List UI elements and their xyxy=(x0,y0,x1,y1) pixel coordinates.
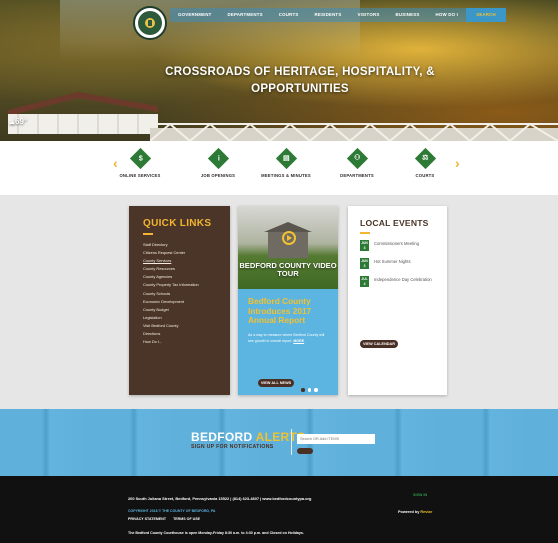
main-nav: GOVERNMENT DEPARTMENTS COURTS RESIDENTS … xyxy=(170,8,506,22)
powered-by-brand[interactable]: Revize xyxy=(420,510,432,514)
event-name: Commissioners Meeting xyxy=(374,241,419,246)
nav-search[interactable]: SEARCH xyxy=(466,8,506,22)
title-divider xyxy=(360,232,370,234)
quick-link-county-resources[interactable]: County Resources xyxy=(143,265,230,273)
hero-title: CROSSROADS OF HERITAGE, HOSPITALITY, & O… xyxy=(165,66,435,95)
video-title: BEDFORD COUNTY VIDEO TOUR xyxy=(239,261,337,278)
video-thumbnail[interactable]: BEDFORD COUNTY VIDEO TOUR xyxy=(238,206,338,289)
covered-bridge-image xyxy=(8,92,158,134)
quick-links-title: QUICK LINKS xyxy=(143,218,212,229)
weather-temperature: ☁69° xyxy=(9,117,27,126)
news-summary: As a way to measure where Bedford County… xyxy=(248,332,328,344)
play-icon[interactable] xyxy=(282,231,296,245)
alerts-title: BEDFORD ALERTS xyxy=(191,430,305,444)
privacy-statement-link[interactable]: PRIVACY STATEMENT xyxy=(128,517,166,521)
nav-government[interactable]: GOVERNMENT xyxy=(170,8,220,22)
event-day: 3 xyxy=(363,245,366,250)
shortcut-label: MEETINGS & MINUTES xyxy=(261,173,311,178)
hero-banner: GOVERNMENT DEPARTMENTS COURTS RESIDENTS … xyxy=(0,0,558,141)
news-more-link[interactable]: MORE xyxy=(293,339,304,343)
nav-business[interactable]: BUSINESS xyxy=(387,8,428,22)
quick-link-directions[interactable]: Directions xyxy=(143,330,230,338)
bridge-truss-image xyxy=(150,122,558,141)
slider-dot-2[interactable] xyxy=(307,388,311,392)
nav-departments[interactable]: DEPARTMENTS xyxy=(219,8,271,22)
shortcut-meetings-minutes[interactable]: ▤ MEETINGS & MINUTES xyxy=(246,147,326,178)
view-all-news-button[interactable]: VIEW ALL NEWS xyxy=(258,379,294,387)
event-date-badge: JUL 4 xyxy=(360,276,369,287)
carousel-next-arrow-icon[interactable]: › xyxy=(455,155,460,171)
shortcut-online-services[interactable]: $ ONLINE SERVICES xyxy=(100,147,180,178)
county-seal-logo[interactable] xyxy=(133,6,167,40)
event-name: Independence Day Celebration xyxy=(374,277,432,282)
quick-link-county-services[interactable]: County Services xyxy=(143,257,230,265)
local-events-panel: LOCAL EVENTS JUN 3 Commissioners Meeting… xyxy=(348,206,447,395)
event-day: 3 xyxy=(363,263,366,268)
footer-copyright: COPYRIGHT 2018 © THE COUNTY OF BEDFORD, … xyxy=(128,509,216,513)
alerts-submit-button[interactable] xyxy=(297,448,313,454)
view-calendar-button[interactable]: VIEW CALENDAR xyxy=(360,340,398,348)
slider-dot-1[interactable] xyxy=(301,388,305,392)
quick-link-citizens-request[interactable]: Citizens Request Center xyxy=(143,249,230,257)
nav-courts[interactable]: COURTS xyxy=(270,8,307,22)
alerts-signup-band: BEDFORD ALERTS SIGN UP FOR NOTIFICATIONS xyxy=(0,409,558,476)
alerts-email-input[interactable] xyxy=(297,434,375,444)
quick-link-visit-bedford[interactable]: Visit Bedford County xyxy=(143,322,230,330)
quick-link-property-tax[interactable]: County Property Tax Information xyxy=(143,281,230,289)
nav-how-do-i[interactable]: HOW DO I xyxy=(427,8,467,22)
dollar-icon: $ xyxy=(129,147,151,170)
shortcut-carousel: ‹ $ ONLINE SERVICES i JOB OPENINGS ▤ MEE… xyxy=(0,141,558,195)
footer-address: 200 South Juliana Street, Bedford, Penns… xyxy=(128,496,312,501)
site-footer: 200 South Juliana Street, Bedford, Penns… xyxy=(0,476,558,543)
quick-link-staff-directory[interactable]: Staff Directory xyxy=(143,241,230,249)
powered-by-label: Powered by xyxy=(398,510,420,514)
event-item[interactable]: JUL 4 Independence Day Celebration xyxy=(360,276,435,287)
document-icon: ▤ xyxy=(275,147,297,170)
event-name: Hot Summer Nights xyxy=(374,259,411,264)
slider-dots xyxy=(301,388,318,392)
event-day: 4 xyxy=(363,281,366,286)
people-icon: ⚇ xyxy=(346,147,368,170)
nav-visitors[interactable]: VISITORS xyxy=(349,8,388,22)
shortcut-label: COURTS xyxy=(415,173,435,178)
quick-links-panel: QUICK LINKS Staff Directory Citizens Req… xyxy=(129,206,230,395)
quick-link-county-agencies[interactable]: County Agencies xyxy=(143,273,230,281)
event-date-badge: JUN 3 xyxy=(360,240,369,251)
news-panel: BEDFORD COUNTY VIDEO TOUR Bedford County… xyxy=(238,206,338,395)
main-content-area: QUICK LINKS Staff Directory Citizens Req… xyxy=(0,195,558,409)
event-month: JUN xyxy=(361,259,368,263)
alerts-divider xyxy=(291,429,292,455)
powered-by: Powered by Revize xyxy=(398,510,432,514)
event-item[interactable]: JUN 3 Hot Summer Nights xyxy=(360,258,435,269)
shortcut-courts[interactable]: ⚖ COURTS xyxy=(385,147,465,178)
terms-of-use-link[interactable]: TERMS OF USE xyxy=(173,517,200,521)
quick-link-county-schools[interactable]: County Schools xyxy=(143,290,230,298)
alerts-title-bedford: BEDFORD xyxy=(191,430,253,444)
footer-hours: The Bedford County Courthouse is open Mo… xyxy=(128,531,304,535)
event-month: JUN xyxy=(361,241,368,245)
quick-link-legislation[interactable]: Legislation xyxy=(143,314,230,322)
events-title: LOCAL EVENTS xyxy=(360,218,429,228)
seal-emblem-icon xyxy=(138,11,162,35)
news-body-text: As a way to measure where Bedford County… xyxy=(248,332,325,343)
slider-dot-3[interactable] xyxy=(314,388,318,392)
weather-value: 69° xyxy=(15,117,28,126)
alerts-subtitle: SIGN UP FOR NOTIFICATIONS xyxy=(191,444,274,450)
gavel-icon: ⚖ xyxy=(414,147,436,170)
quick-link-county-budget[interactable]: County Budget xyxy=(143,306,230,314)
nav-residents[interactable]: RESIDENTS xyxy=(306,8,350,22)
news-headline[interactable]: Bedford County Introduces 2017 Annual Re… xyxy=(248,296,328,326)
quick-link-economic-development[interactable]: Economic Development xyxy=(143,298,230,306)
event-item[interactable]: JUN 3 Commissioners Meeting xyxy=(360,240,435,251)
shortcut-label: ONLINE SERVICES xyxy=(119,173,161,178)
footer-links: PRIVACY STATEMENT TERMS OF USE xyxy=(128,517,200,521)
event-date-badge: JUN 3 xyxy=(360,258,369,269)
info-icon: i xyxy=(207,147,229,170)
sign-in-link[interactable]: SIGN IN xyxy=(413,493,427,497)
title-divider xyxy=(143,233,153,235)
quick-link-how-do-i[interactable]: How Do I... xyxy=(143,338,230,346)
